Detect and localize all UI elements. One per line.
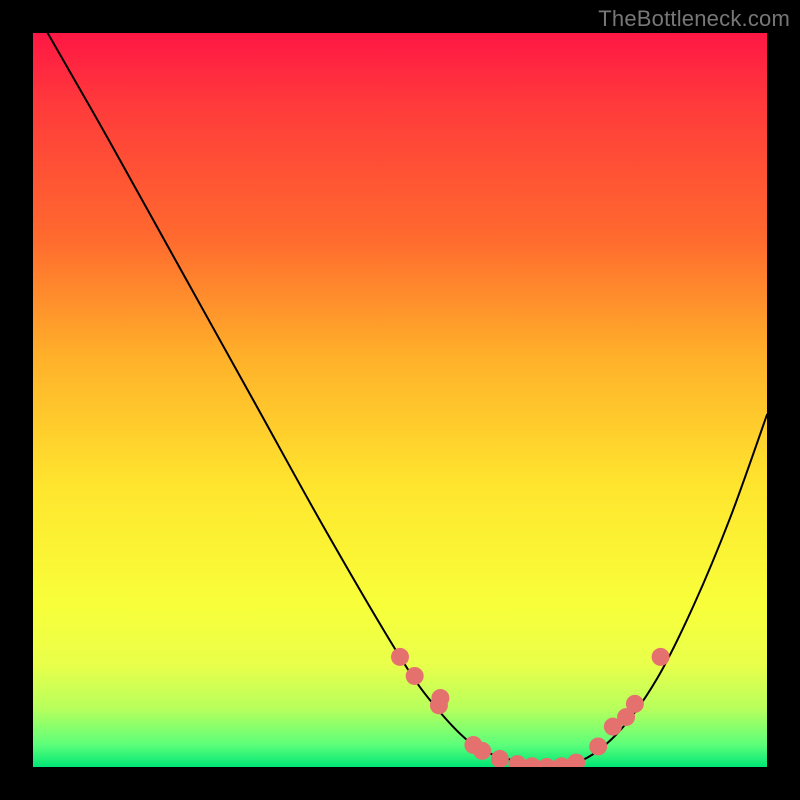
marker-dot — [508, 755, 526, 767]
marker-dot — [552, 757, 570, 767]
marker-dot — [431, 689, 449, 707]
curve-layer — [48, 33, 767, 767]
watermark-text: TheBottleneck.com — [598, 6, 790, 32]
chart-stage: TheBottleneck.com — [0, 0, 800, 800]
marker-dot — [430, 696, 448, 714]
marker-dot — [589, 737, 607, 755]
marker-dot — [626, 695, 644, 713]
marker-dot — [473, 742, 491, 760]
marker-dot — [567, 754, 585, 767]
marker-dot — [617, 708, 635, 726]
marker-layer — [391, 648, 670, 767]
chart-svg — [33, 33, 767, 767]
marker-dot — [491, 750, 509, 767]
series-curve — [48, 33, 767, 767]
marker-dot — [604, 718, 622, 736]
marker-dot — [406, 667, 424, 685]
marker-dot — [391, 648, 409, 666]
marker-dot — [464, 736, 482, 754]
plot-area — [33, 33, 767, 767]
marker-dot — [652, 648, 670, 666]
marker-dot — [523, 757, 541, 767]
marker-dot — [538, 758, 556, 767]
